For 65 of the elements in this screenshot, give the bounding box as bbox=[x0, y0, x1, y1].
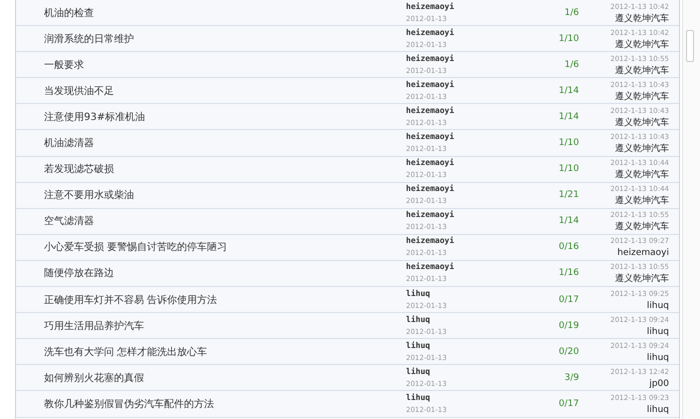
topic-title[interactable]: 随便停放在路边 bbox=[16, 266, 406, 280]
reply-count: 1/10 bbox=[558, 34, 580, 44]
topic-title[interactable]: 洗车也有大学问 怎样才能洗出放心车 bbox=[16, 344, 406, 359]
topic-title[interactable]: 机油滤清器 bbox=[16, 136, 406, 150]
topic-title[interactable]: 若发现滤芯破损 bbox=[16, 162, 406, 176]
author-name[interactable]: lihuq bbox=[406, 314, 526, 326]
topic-title[interactable]: 正确使用车灯并不容易 告诉你使用方法 bbox=[16, 292, 406, 307]
topic-title[interactable]: 小心爱车受损 要警惕自讨苦吃的停车陋习 bbox=[16, 240, 406, 254]
reply-count: 0/17 bbox=[558, 294, 580, 305]
topic-title[interactable]: 巧用生活用品养护汽车 bbox=[16, 318, 406, 333]
topic-title[interactable]: 注意使用93#标准机油 bbox=[16, 110, 406, 124]
last-reply-user[interactable]: heizemaoyi bbox=[617, 247, 669, 260]
author-name[interactable]: heizemaoyi bbox=[406, 183, 526, 196]
topic-title[interactable]: 注意不要用水或柴油 bbox=[16, 188, 406, 202]
last-reply-user[interactable]: 遵义乾坤汽车 bbox=[615, 38, 669, 51]
author-name[interactable]: heizemaoyi bbox=[406, 104, 526, 117]
author-name[interactable]: lihuq bbox=[406, 340, 526, 352]
last-reply-user[interactable]: 遵义乾坤汽车 bbox=[615, 195, 669, 208]
last-reply-user[interactable]: lihuq bbox=[646, 300, 669, 312]
topic-title[interactable]: 空气滤清器 bbox=[16, 214, 406, 228]
last-reply-user[interactable]: 遵义乾坤汽车 bbox=[615, 221, 669, 234]
topic-title[interactable]: 润滑系统的日常维护 bbox=[16, 32, 406, 46]
last-reply-user[interactable]: 遵义乾坤汽车 bbox=[615, 169, 669, 182]
reply-count: 0/20 bbox=[558, 346, 580, 357]
author-name[interactable]: heizemaoyi bbox=[406, 261, 526, 274]
last-reply-user[interactable]: 遵义乾坤汽车 bbox=[615, 90, 669, 103]
scrollbar-thumb[interactable] bbox=[686, 30, 694, 62]
last-reply-user[interactable]: 遵义乾坤汽车 bbox=[615, 64, 669, 77]
author-name[interactable]: lihuq bbox=[406, 392, 526, 404]
reply-count: 0/19 bbox=[558, 320, 580, 331]
topic-title[interactable]: 一般要求 bbox=[16, 58, 406, 72]
last-reply-user[interactable]: jp00 bbox=[649, 378, 669, 390]
author-name[interactable]: heizemaoyi bbox=[406, 78, 526, 91]
last-reply-user[interactable]: 遵义乾坤汽车 bbox=[615, 116, 669, 129]
reply-count: 0/17 bbox=[558, 398, 580, 409]
reply-count: 1/6 bbox=[564, 8, 580, 18]
reply-count: 1/16 bbox=[558, 268, 580, 278]
author-name[interactable]: lihuq bbox=[406, 288, 526, 300]
reply-count: 1/6 bbox=[564, 60, 580, 70]
author-name[interactable]: heizemaoyi bbox=[406, 52, 526, 65]
reply-count: 1/14 bbox=[558, 86, 580, 96]
last-reply-user[interactable]: lihuq bbox=[646, 326, 669, 338]
topic-title[interactable]: 当发现供油不足 bbox=[16, 84, 406, 98]
author-name[interactable]: heizemaoyi bbox=[406, 131, 526, 144]
reply-count: 0/16 bbox=[558, 242, 580, 252]
last-reply-user[interactable]: lihuq bbox=[646, 352, 669, 364]
author-name[interactable]: lihuq bbox=[406, 366, 526, 378]
topic-title[interactable]: 教你几种鉴别假冒伪劣汽车配件的方法 bbox=[16, 396, 406, 411]
reply-count: 3/9 bbox=[564, 372, 580, 383]
last-reply-user[interactable]: 遵义乾坤汽车 bbox=[615, 273, 669, 286]
reply-count: 1/21 bbox=[558, 190, 580, 200]
author-name[interactable]: heizemaoyi bbox=[406, 235, 526, 248]
topic-title[interactable]: 如何辨别火花塞的真假 bbox=[16, 370, 406, 385]
reply-count: 1/14 bbox=[558, 216, 580, 226]
topic-title[interactable]: 机油的检查 bbox=[16, 6, 406, 20]
last-reply-user[interactable]: lihuq bbox=[646, 404, 669, 416]
last-reply-user[interactable]: 遵义乾坤汽车 bbox=[615, 143, 669, 156]
last-reply-user[interactable]: 遵义乾坤汽车 bbox=[615, 12, 669, 25]
reply-count: 1/14 bbox=[558, 112, 580, 122]
author-name[interactable]: heizemaoyi bbox=[406, 157, 526, 170]
reply-count: 1/10 bbox=[558, 138, 580, 148]
author-name[interactable]: heizemaoyi bbox=[406, 26, 526, 39]
reply-count: 1/10 bbox=[558, 164, 580, 174]
author-name[interactable]: heizemaoyi bbox=[406, 0, 526, 13]
author-name[interactable]: heizemaoyi bbox=[406, 209, 526, 222]
